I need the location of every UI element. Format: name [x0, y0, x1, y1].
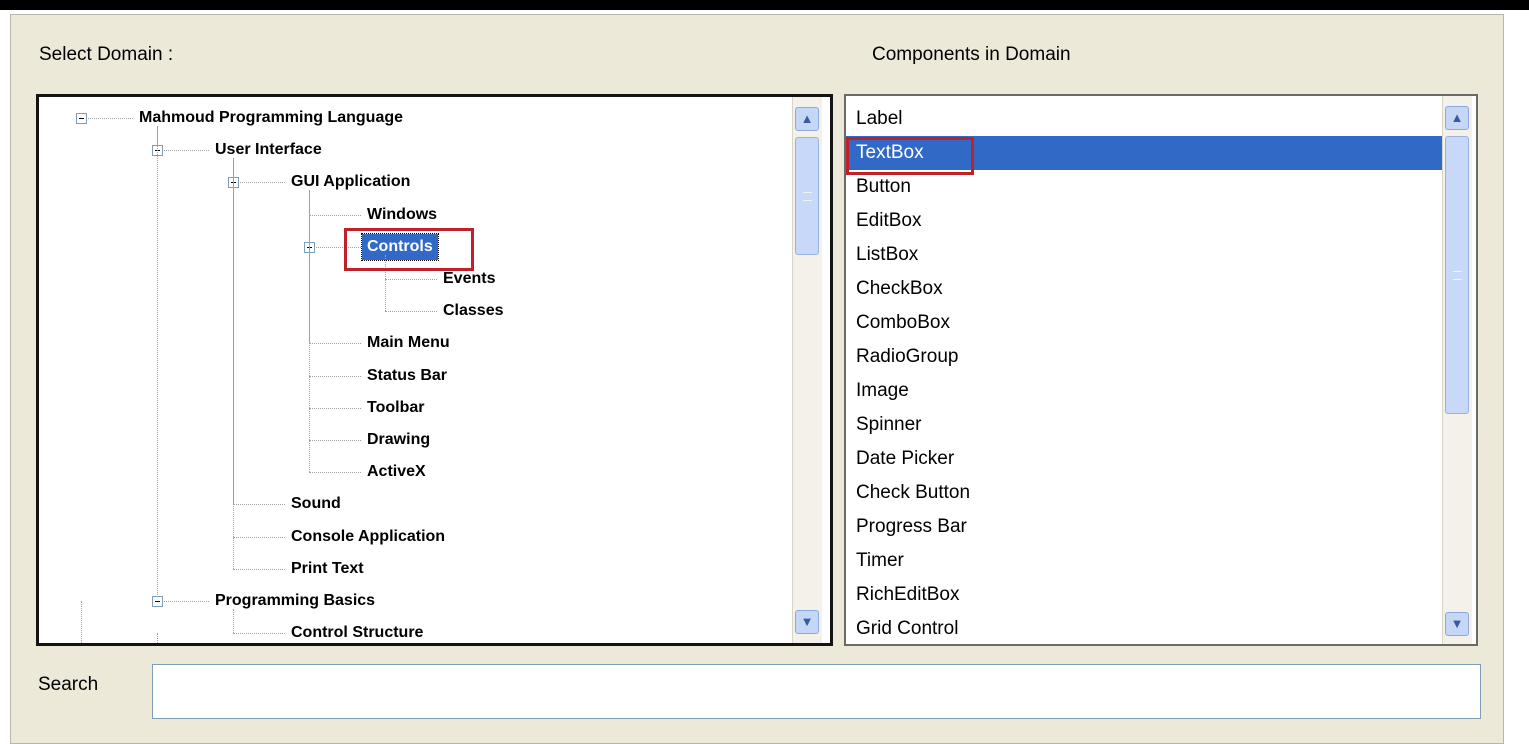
tree-connector [81, 601, 82, 643]
tree-node[interactable]: Main Menu [362, 330, 455, 356]
tree-node-label: User Interface [215, 141, 322, 159]
chevron-down-icon: ▼ [800, 614, 814, 629]
tree-scroll-thumb[interactable] [795, 137, 819, 255]
tree-node[interactable]: Mahmoud Programming Language [134, 105, 408, 131]
tree-connector [233, 158, 234, 569]
component-item[interactable]: Button [846, 170, 1442, 204]
minus-box-icon[interactable] [152, 596, 163, 607]
tree-node[interactable]: Console Application [286, 524, 450, 550]
tree-canvas: Mahmoud Programming Language User Interfa… [39, 97, 789, 643]
tree-node-label: Programming Basics [215, 592, 376, 609]
component-item[interactable]: RadioGroup [846, 340, 1442, 374]
tree-node[interactable]: Programming Basics [210, 588, 380, 614]
tree-node-label: Print Text [291, 559, 364, 577]
tree-node-label: Classes [443, 302, 504, 320]
textbox-highlight-box [846, 137, 974, 175]
components-label: Components in Domain [872, 44, 1071, 65]
tree-connector [309, 407, 361, 409]
tree-connector [157, 633, 158, 643]
tree-connector [157, 601, 209, 602]
tree-node-label: GUI Application [291, 173, 411, 191]
components-items: Label TextBox Button EditBox ListBox CheckBox… [846, 102, 1442, 644]
tree-node[interactable]: Classes [438, 298, 509, 324]
component-item[interactable]: Image [846, 374, 1442, 408]
tree-node[interactable]: ActiveX [362, 459, 431, 485]
scroll-down-button[interactable]: ▼ [795, 610, 819, 634]
chevron-down-icon: ▼ [1450, 616, 1464, 631]
tree-connector [309, 472, 361, 474]
grip-icon [803, 192, 812, 201]
component-item[interactable]: Progress Bar [846, 510, 1442, 544]
component-item[interactable]: Check Button [846, 476, 1442, 510]
controls-highlight-box [344, 228, 474, 271]
chevron-up-icon: ▲ [800, 111, 814, 126]
tree-node-label: Drawing [367, 431, 431, 448]
scroll-up-button[interactable]: ▲ [795, 107, 819, 131]
search-input[interactable] [152, 664, 1481, 719]
components-list[interactable]: Label TextBox Button EditBox ListBox CheckBox… [844, 94, 1478, 646]
tree-node[interactable]: Print Text [286, 556, 369, 582]
component-item[interactable]: RichEditBox [846, 578, 1442, 612]
list-scroll-thumb[interactable] [1445, 136, 1469, 414]
tree-connector [157, 126, 158, 601]
component-item[interactable]: ComboBox [846, 306, 1442, 340]
component-item[interactable]: Timer [846, 544, 1442, 578]
tree-node-label: Sound [291, 495, 341, 513]
list-scrollbar[interactable]: ▲ ▼ [1442, 96, 1472, 644]
tree-node-label: Control Structure [291, 624, 424, 642]
component-item[interactable]: CheckBox [846, 272, 1442, 306]
tree-node[interactable]: User Interface [210, 137, 327, 163]
tree-connector [233, 504, 285, 506]
tree-connector [81, 118, 133, 119]
scroll-down-button[interactable]: ▼ [1445, 612, 1469, 636]
tree-connector [233, 609, 234, 634]
chevron-up-icon: ▲ [1450, 110, 1464, 125]
tree-node[interactable]: Toolbar [362, 395, 429, 421]
tree-node-label: Mahmoud Programming Language [139, 109, 404, 126]
tree-connector [385, 279, 437, 280]
tree-node-label: Toolbar [367, 398, 425, 416]
tree-connector [233, 633, 285, 635]
tree-node-label: Status Bar [367, 366, 448, 384]
select-domain-label: Select Domain : [39, 44, 174, 65]
component-item[interactable]: Label [846, 102, 1442, 136]
tree-node[interactable]: Status Bar [362, 363, 452, 389]
tree-node[interactable]: Windows [362, 202, 442, 228]
tree-node-label: ActiveX [367, 463, 426, 481]
tree-connector [385, 311, 437, 313]
grip-icon [1453, 271, 1462, 280]
search-label: Search [38, 674, 99, 695]
tree-connector [309, 214, 361, 216]
tree-connector [233, 568, 285, 570]
component-item[interactable]: Grid Control [846, 612, 1442, 644]
tree-node[interactable]: GUI Application [286, 169, 415, 195]
scroll-up-button[interactable]: ▲ [1445, 106, 1469, 130]
component-item[interactable]: Date Picker [846, 442, 1442, 476]
tree-connector [157, 150, 209, 152]
top-border [0, 0, 1529, 10]
tree-connector [233, 536, 285, 538]
tree-node[interactable]: Sound [286, 491, 346, 517]
tree-connector [233, 182, 285, 184]
domain-tree[interactable]: Mahmoud Programming Language User Interfa… [36, 94, 833, 646]
minus-box-icon[interactable] [76, 113, 87, 124]
tree-scrollbar[interactable]: ▲ ▼ [792, 97, 822, 643]
tree-node-label: Windows [367, 205, 438, 223]
tree-connector [309, 190, 310, 473]
component-item[interactable]: Spinner [846, 408, 1442, 442]
tree-connector [309, 343, 361, 345]
component-item[interactable]: ListBox [846, 238, 1442, 272]
tree-node[interactable]: Drawing [362, 427, 435, 453]
component-item[interactable]: EditBox [846, 204, 1442, 238]
tree-node[interactable]: Control Structure [286, 620, 428, 643]
tree-connector [309, 440, 361, 441]
tree-connector [309, 375, 361, 377]
tree-node-label: Main Menu [367, 334, 450, 352]
tree-node-label: Console Application [291, 527, 446, 545]
